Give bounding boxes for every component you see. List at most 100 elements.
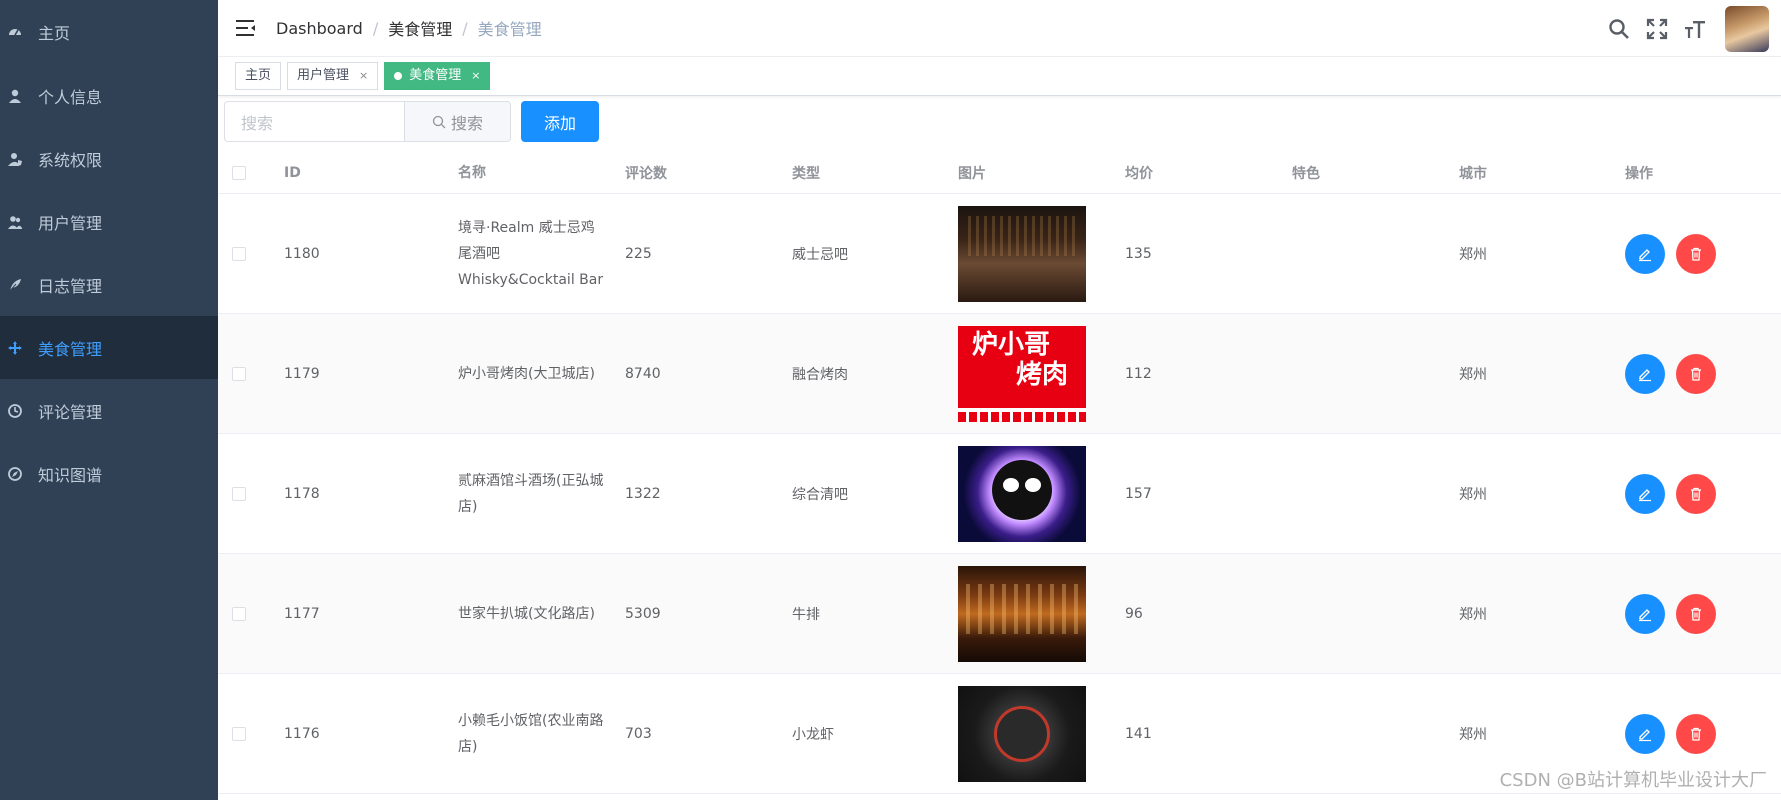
edit-button[interactable] [1625,473,1665,514]
select-all-checkbox[interactable] [232,165,246,180]
row-checkbox[interactable] [232,486,246,501]
header-id[interactable]: ID [270,152,444,193]
trash-icon [1691,607,1701,621]
sidebar-item-label: 系统权限 [38,150,103,170]
cell-type: 牛排 [792,606,820,623]
cell-image [944,194,1111,313]
active-dot-icon [394,72,403,80]
luxiaoge-logo[interactable]: 炉小哥 烤肉 [958,325,1086,422]
sidebar-item-label: 评论管理 [38,402,103,422]
header-type[interactable]: 类型 [778,152,944,193]
delete-button[interactable] [1676,713,1716,754]
row-checkbox[interactable] [232,726,246,741]
dashboard-icon [6,23,24,41]
header-name[interactable]: 名称 [444,152,611,193]
breadcrumb-item-current: 美食管理 [477,20,542,39]
feather-icon [6,276,24,294]
tag-label: 用户管理 [297,68,350,83]
sidebar-item-label: 美食管理 [38,339,103,359]
logo-line-1: 炉小哥 [972,329,1051,360]
cell-comments: 1322 [625,485,661,502]
edit-button[interactable] [1625,713,1665,754]
cell-actions [1611,314,1781,433]
edit-button[interactable] [1625,353,1665,394]
sidebar-item-logs[interactable]: 日志管理 [0,253,218,316]
sidebar-item-permissions[interactable]: 系统权限 [0,127,218,190]
cell-type: 融合烤肉 [792,366,848,383]
cell-name: 境寻·Realm 威士忌鸡尾酒吧 Whisky&Cocktail Bar [458,219,604,288]
cell-type: 小龙虾 [792,726,834,743]
search-button[interactable]: 搜索 [404,101,511,142]
header-avg-price[interactable]: 均价 [1111,152,1278,193]
sidebar-item-label: 个人信息 [38,87,103,107]
tag-home[interactable]: 主页 [235,62,282,90]
breadcrumb-separator: / [372,18,379,38]
font-size-icon[interactable] [1683,17,1707,41]
trash-icon [1691,727,1701,741]
cell-feature [1278,314,1445,433]
header-comments[interactable]: 评论数 [611,152,778,193]
cell-feature [1278,434,1445,553]
edit-button[interactable] [1625,593,1665,634]
delete-button[interactable] [1676,473,1716,514]
edit-icon [1639,728,1651,741]
table-row: 1179 炉小哥烤肉(大卫城店) 8740 融合烤肉 炉小哥 烤肉 112 郑州 [218,314,1781,434]
breadcrumb-item-food[interactable]: 美食管理 [388,16,452,40]
header-feature: 特色 [1292,165,1320,182]
add-button[interactable]: 添加 [521,101,599,142]
cell-comments: 703 [625,725,652,742]
sidebar-item-knowledge-graph[interactable]: 知识图谱 [0,442,218,505]
food-table: ID 名称 评论数 类型 图片 均价 特色 城市 操作 1180 境寻·Real… [218,152,1781,794]
tag-user-management[interactable]: 用户管理 × [287,62,379,90]
sidebar-item-users[interactable]: 用户管理 [0,190,218,253]
cell-name: 世家牛扒城(文化路店) [458,605,595,622]
checkbox-cell [218,194,270,313]
sidebar-item-comments[interactable]: 评论管理 [0,379,218,442]
logo-strip [958,411,1086,422]
search-input[interactable]: 搜索 [224,101,404,142]
search-icon[interactable] [1607,17,1631,41]
cell-name: 炉小哥烤肉(大卫城店) [458,365,595,382]
avatar[interactable] [1725,5,1769,52]
fullscreen-icon[interactable] [1645,17,1669,41]
sidebar-item-food[interactable]: 美食管理 [0,316,218,379]
cell-actions [1611,434,1781,553]
navbar: Dashboard / 美食管理 / 美食管理 [218,0,1781,57]
panda-neon-logo[interactable] [958,445,1086,542]
logo-line-2: 烤肉 [1016,359,1069,390]
delete-button[interactable] [1676,593,1716,634]
tag-food-management[interactable]: 美食管理 × [384,62,491,90]
table-row: 1180 境寻·Realm 威士忌鸡尾酒吧 Whisky&Cocktail Ba… [218,194,1781,314]
cell-image: 炉小哥 烤肉 [944,314,1111,433]
cell-id: 1179 [284,365,320,382]
row-checkbox[interactable] [232,246,246,261]
row-checkbox[interactable] [232,366,246,381]
sidebar-item-home[interactable]: 主页 [0,0,218,64]
delete-button[interactable] [1676,233,1716,274]
close-icon[interactable]: × [471,63,480,89]
breadcrumb-item-dashboard[interactable]: Dashboard [276,19,363,38]
cell-feature [1278,554,1445,673]
logo-text: 炉小哥 烤肉 [958,325,1086,408]
hamburger-icon[interactable] [236,18,256,38]
breadcrumb: Dashboard / 美食管理 / 美食管理 [276,16,542,40]
trash-icon [1691,367,1701,381]
cell-id: 1176 [284,725,320,742]
trash-icon [1691,247,1701,261]
cell-image [944,674,1111,793]
cell-actions [1611,194,1781,313]
sidebar-item-label: 日志管理 [38,276,103,296]
restaurant-facade-photo[interactable] [958,565,1086,662]
edit-icon [1639,608,1651,621]
cell-id: 1178 [284,485,320,502]
cell-feature [1278,674,1445,793]
sidebar-item-label: 用户管理 [38,213,103,233]
row-checkbox[interactable] [232,606,246,621]
bar-interior-photo[interactable] [958,205,1086,302]
crayfish-logo[interactable] [958,685,1086,782]
edit-button[interactable] [1625,233,1665,274]
delete-button[interactable] [1676,353,1716,394]
cell-id: 1177 [284,605,320,622]
sidebar-item-profile[interactable]: 个人信息 [0,64,218,127]
close-icon[interactable]: × [359,63,368,89]
